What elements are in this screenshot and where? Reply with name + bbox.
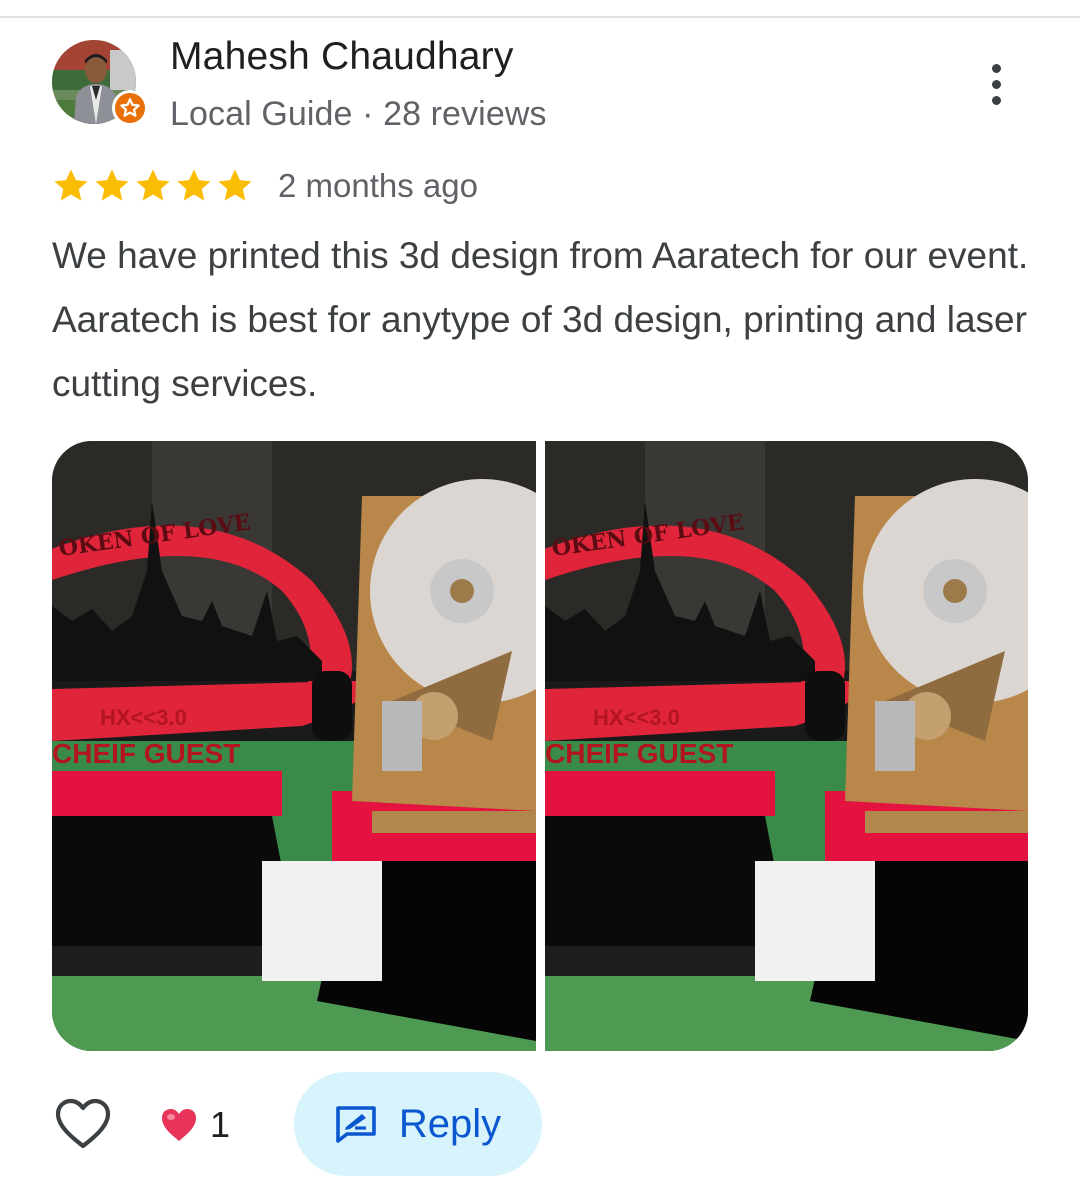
reviewer-meta: Local Guide · 28 reviews (170, 95, 547, 133)
star-rating (52, 167, 254, 205)
star-icon (95, 169, 129, 201)
trophy-photo: HX<<3.0 CHEIF GUEST OKEN OF LOVE (545, 441, 1028, 1051)
trophy-logo-text: HX<<3.0 (593, 705, 680, 730)
heart-outline-icon[interactable] (54, 1097, 112, 1151)
heart-filled-icon (162, 1109, 196, 1141)
star-icon (54, 169, 88, 201)
reply-button[interactable]: Reply (294, 1072, 542, 1176)
review-time: 2 months ago (278, 167, 478, 204)
rating-row: 2 months ago (52, 164, 478, 208)
review-photo[interactable]: HX<<3.0 CHEIF GUEST OKEN OF LOVE (545, 441, 1028, 1051)
divider (0, 16, 1080, 18)
star-icon (218, 169, 252, 201)
trophy-photo: HX<<3.0 CHEIF GUEST OKEN OF LOVE (52, 441, 536, 1051)
reviewer-avatar[interactable] (52, 40, 148, 126)
reply-icon (336, 1106, 376, 1143)
trophy-title: CHEIF GUEST (545, 738, 733, 769)
reactions[interactable]: 1 (160, 1100, 230, 1150)
review-photo[interactable]: HX<<3.0 CHEIF GUEST OKEN OF LOVE (52, 441, 536, 1051)
star-icon (177, 169, 211, 201)
reaction-count: 1 (210, 1104, 231, 1145)
review-card: Mahesh Chaudhary Local Guide · 28 review… (0, 0, 1080, 1184)
trophy-logo-text: HX<<3.0 (100, 705, 187, 730)
local-guide-star-icon (112, 90, 148, 126)
trophy-title: CHEIF GUEST (52, 738, 240, 769)
more-vert-icon[interactable] (970, 58, 1022, 110)
review-text: We have printed this 3d design from Aara… (52, 235, 1029, 404)
star-icon (136, 169, 170, 201)
reply-label: Reply (398, 1101, 502, 1146)
reviewer-name[interactable]: Mahesh Chaudhary (170, 35, 514, 79)
